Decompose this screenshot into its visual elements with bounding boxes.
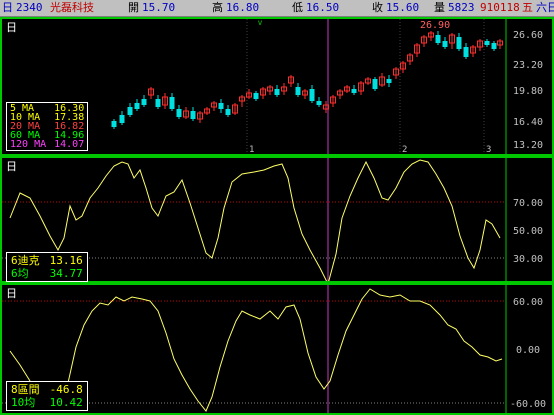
kd-tick-label: 30.00: [513, 254, 543, 265]
kd-k-label: 6迪克: [11, 254, 40, 267]
price-period-label: 日: [6, 21, 17, 34]
high-price-marker: 26.90: [420, 20, 450, 31]
candle-body: [169, 97, 175, 109]
low-value: 16.50: [306, 1, 340, 14]
candle-body: [141, 99, 147, 105]
volume-value: 5823: [448, 1, 475, 14]
candle-body: [351, 89, 357, 93]
ma120-value: 14.07: [54, 139, 85, 150]
kd-tick-label: 50.00: [513, 226, 543, 237]
date-unit: 五: [522, 1, 533, 14]
candle-body: [386, 79, 392, 83]
candle-body: [491, 43, 497, 49]
price-panel[interactable]: 26.60 23.20 19.80 16.40 13.20 日 1 2 3 v 26.90 5 MA…: [0, 17, 554, 156]
candle-body: [463, 47, 469, 57]
quote-header-bar: 日 2340 光磊科技 開 15.70 高 16.80 低 16.50 收 15…: [0, 0, 554, 17]
candle-body: [456, 37, 462, 49]
close-value: 15.60: [386, 1, 420, 14]
candle-body: [127, 107, 133, 115]
high-label: 高: [212, 1, 223, 14]
ma-legend: 5 MA 16.30 10 MA 17.38 20 MA 16.82 60 MA 14.…: [6, 102, 89, 151]
osc-period-label: 日: [6, 287, 17, 300]
osc-avg-label: 10均: [11, 396, 36, 409]
candle-body: [176, 109, 182, 117]
price-tick-label: 16.40: [513, 117, 543, 128]
kd-legend: 6迪克 13.16 6均 34.77: [6, 252, 88, 282]
kd-period-label: 日: [6, 160, 17, 173]
candle-body: [316, 101, 322, 105]
extra-label: 六日: [536, 1, 554, 14]
kd-tick-label: 70.00: [513, 198, 543, 209]
open-value: 15.70: [142, 1, 176, 14]
candle-body: [253, 93, 259, 99]
price-tick-label: 13.20: [513, 140, 543, 151]
high-value: 16.80: [226, 1, 260, 14]
candle-body: [309, 89, 315, 101]
kd-d-label: 6均: [11, 267, 29, 280]
candle-body: [372, 79, 378, 89]
oscillator-panel[interactable]: 60.00 0.00 -60.00 日 8區間 -46.8 10均 10.42: [0, 283, 554, 415]
osc-legend: 8區間 -46.8 10均 10.42: [6, 381, 88, 411]
osc-value: -46.8: [49, 383, 83, 396]
price-tick-label: 23.20: [513, 60, 543, 71]
osc-label: 8區間: [11, 383, 40, 396]
candle-body: [435, 35, 441, 43]
stock-name[interactable]: 光磊科技: [50, 0, 94, 16]
kd-d-value: 34.77: [49, 267, 83, 280]
period-label[interactable]: 日: [2, 0, 13, 16]
candle-body: [218, 103, 224, 109]
volume-label: 量: [434, 1, 445, 14]
osc-tick-label: 0.00: [516, 345, 540, 356]
candle-body: [295, 87, 301, 95]
kd-panel[interactable]: 70.00 50.00 30.00 日 6迪克 13.16 6均 34.77: [0, 156, 554, 283]
osc-tick-label: 60.00: [513, 297, 543, 308]
candle-body: [119, 115, 125, 123]
price-tick-label: 19.80: [513, 86, 543, 97]
kd-k-value: 13.16: [49, 254, 83, 267]
ma120-label: 120 MA: [10, 139, 47, 150]
candle-body: [484, 41, 490, 45]
candle-body: [225, 109, 231, 115]
scroll-marker: v: [258, 19, 263, 27]
stock-code[interactable]: 2340: [16, 0, 43, 16]
open-label: 開: [128, 1, 139, 14]
close-label: 收: [372, 1, 383, 14]
osc-avg-value: 10.42: [49, 396, 83, 409]
osc-tick-label: -60.00: [510, 399, 546, 410]
date-value: 910118: [480, 1, 520, 14]
candle-body: [442, 41, 448, 47]
candle-body: [155, 99, 161, 107]
month-label: 1: [249, 145, 254, 154]
candle-body: [111, 121, 117, 127]
candle-body: [190, 111, 196, 119]
month-label: 2: [402, 145, 407, 154]
candle-body: [134, 103, 140, 109]
price-tick-label: 26.60: [513, 30, 543, 41]
candle-body: [274, 89, 280, 95]
month-label: 3: [486, 145, 491, 154]
low-label: 低: [292, 1, 303, 14]
